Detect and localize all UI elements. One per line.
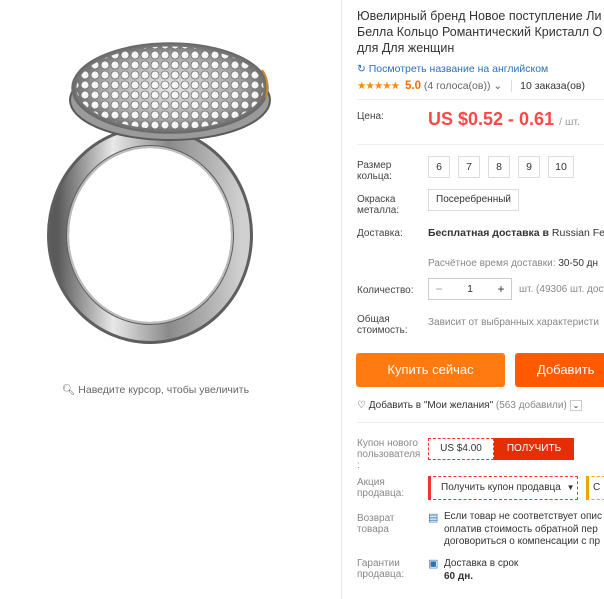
second-seller-coupon[interactable]: С — [586, 476, 604, 500]
heart-icon[interactable]: ♡ — [357, 400, 366, 411]
divider — [357, 422, 604, 423]
increment-button[interactable]: + — [491, 279, 511, 299]
zoom-hint: 🔍︎ Наведите курсор, чтобы увеличить — [62, 383, 249, 396]
quantity-stepper: − 1 + — [428, 278, 512, 300]
wishlist-label[interactable]: Добавить в "Мои желания" — [369, 400, 493, 411]
guarantee-info: Доставка в срок 60 дн. — [444, 557, 518, 583]
divider — [357, 99, 604, 100]
size-option[interactable]: 10 — [548, 156, 574, 178]
title-line: Белла Кольцо Романтический Кристалл О — [357, 25, 603, 39]
shipping-label: Доставка: — [357, 228, 403, 239]
add-to-cart-button[interactable]: Добавить — [515, 353, 604, 387]
price: US $0.52 - 0.61 / шт. — [428, 109, 580, 130]
delivery-icon: ▣ — [428, 558, 439, 570]
decrement-button[interactable]: − — [429, 279, 449, 299]
size-option[interactable]: 6 — [428, 156, 450, 178]
size-option[interactable]: 8 — [488, 156, 510, 178]
size-option[interactable]: 7 — [458, 156, 480, 178]
price-label: Цена: — [357, 111, 384, 122]
price-value: US $0.52 - 0.61 — [428, 109, 555, 129]
votes-count[interactable]: (4 голоса(ов)) — [424, 80, 491, 92]
ring-size-label: Размер кольца: — [357, 160, 392, 182]
orders-count: 10 заказа(ов) — [511, 80, 585, 92]
guarantee-label: Гарантии продавца: — [357, 558, 405, 580]
quantity-label: Количество: — [357, 285, 414, 296]
seller-coupon-text[interactable]: Получить купон продавца — [441, 482, 561, 493]
stars-icon: ★★★★★ — [357, 80, 400, 92]
wishlist-count: (563 добавили) — [495, 400, 567, 411]
price-unit: / шт. — [559, 116, 580, 128]
translate-link-text[interactable]: Посмотреть название на английском — [369, 63, 549, 75]
seller-promo-label: Акция продавца: — [357, 477, 405, 499]
new-user-coupon-label: Купон нового пользователя : — [357, 438, 421, 471]
coupon-amount: US $4.00 — [428, 438, 494, 460]
zoom-hint-text: Наведите курсор, чтобы увеличить — [78, 384, 250, 396]
chevron-down-icon[interactable]: ⌄ — [493, 80, 502, 92]
rating-value: 5.0 — [405, 80, 421, 92]
size-option[interactable]: 9 — [518, 156, 540, 178]
translate-link[interactable]: ↻ Посмотреть название на английском — [357, 63, 548, 75]
returns-text: Если товар не соответствует опис оплатив… — [444, 511, 604, 549]
get-coupon-button[interactable]: ПОЛУЧИТЬ — [494, 438, 574, 460]
stock-count: шт. (49306 шт. досту — [519, 284, 604, 295]
divider — [357, 144, 604, 145]
guarantee-days: 60 дн. — [444, 571, 474, 582]
returns-line: договориться о компенсации с пр — [444, 536, 601, 547]
total-note: Зависит от выбранных характеристи — [428, 317, 599, 328]
title-line: Ювелирный бренд Новое поступление Ли — [357, 9, 602, 23]
shipping-time: Расчётное время доставки: 30-50 дн — [428, 258, 598, 269]
wishlist[interactable]: ♡ Добавить в "Мои желания" (563 добавили… — [357, 400, 583, 411]
metal-label: Окраска металла: — [357, 194, 400, 216]
column-divider — [341, 0, 342, 599]
new-user-coupon: US $4.00 ПОЛУЧИТЬ — [428, 438, 574, 460]
chevron-down-icon[interactable]: ⌄ — [569, 400, 583, 411]
caret-down-icon: ▼ — [566, 483, 575, 492]
total-label: Общая стоимость: — [357, 314, 408, 336]
shipping-country[interactable]: Russian Fed — [552, 227, 604, 239]
product-title: Ювелирный бренд Новое поступление Ли Бел… — [357, 8, 604, 56]
guarantee-line: Доставка в срок — [444, 558, 519, 569]
returns-label: Возврат товара — [357, 513, 395, 535]
shipping-time-value: 30-50 дн — [558, 258, 599, 269]
seller-coupon-button[interactable]: Получить купон продавца ▼ — [428, 476, 578, 500]
returns-line: Если товар не соответствует опис — [444, 511, 602, 522]
shipping-free: Бесплатная доставка в — [428, 227, 549, 239]
rating-row: ★★★★★ 5.0 (4 голоса(ов)) ⌄ 10 заказа(ов) — [357, 80, 585, 92]
returns-line: оплатив стоимость обратной пер — [444, 523, 598, 535]
return-icon: ▤ — [428, 512, 439, 524]
magnifier-icon: 🔍︎ — [62, 384, 76, 396]
shipping-info: Бесплатная доставка в Russian Fed — [428, 227, 604, 239]
buy-now-button[interactable]: Купить сейчас — [356, 353, 505, 387]
translate-icon: ↻ — [357, 63, 366, 75]
quantity-input[interactable]: 1 — [449, 279, 491, 299]
shipping-time-label: Расчётное время доставки: — [428, 258, 556, 269]
title-line: для Для женщин — [357, 41, 455, 55]
product-image[interactable] — [0, 0, 340, 370]
metal-option[interactable]: Посеребренный — [428, 189, 519, 211]
